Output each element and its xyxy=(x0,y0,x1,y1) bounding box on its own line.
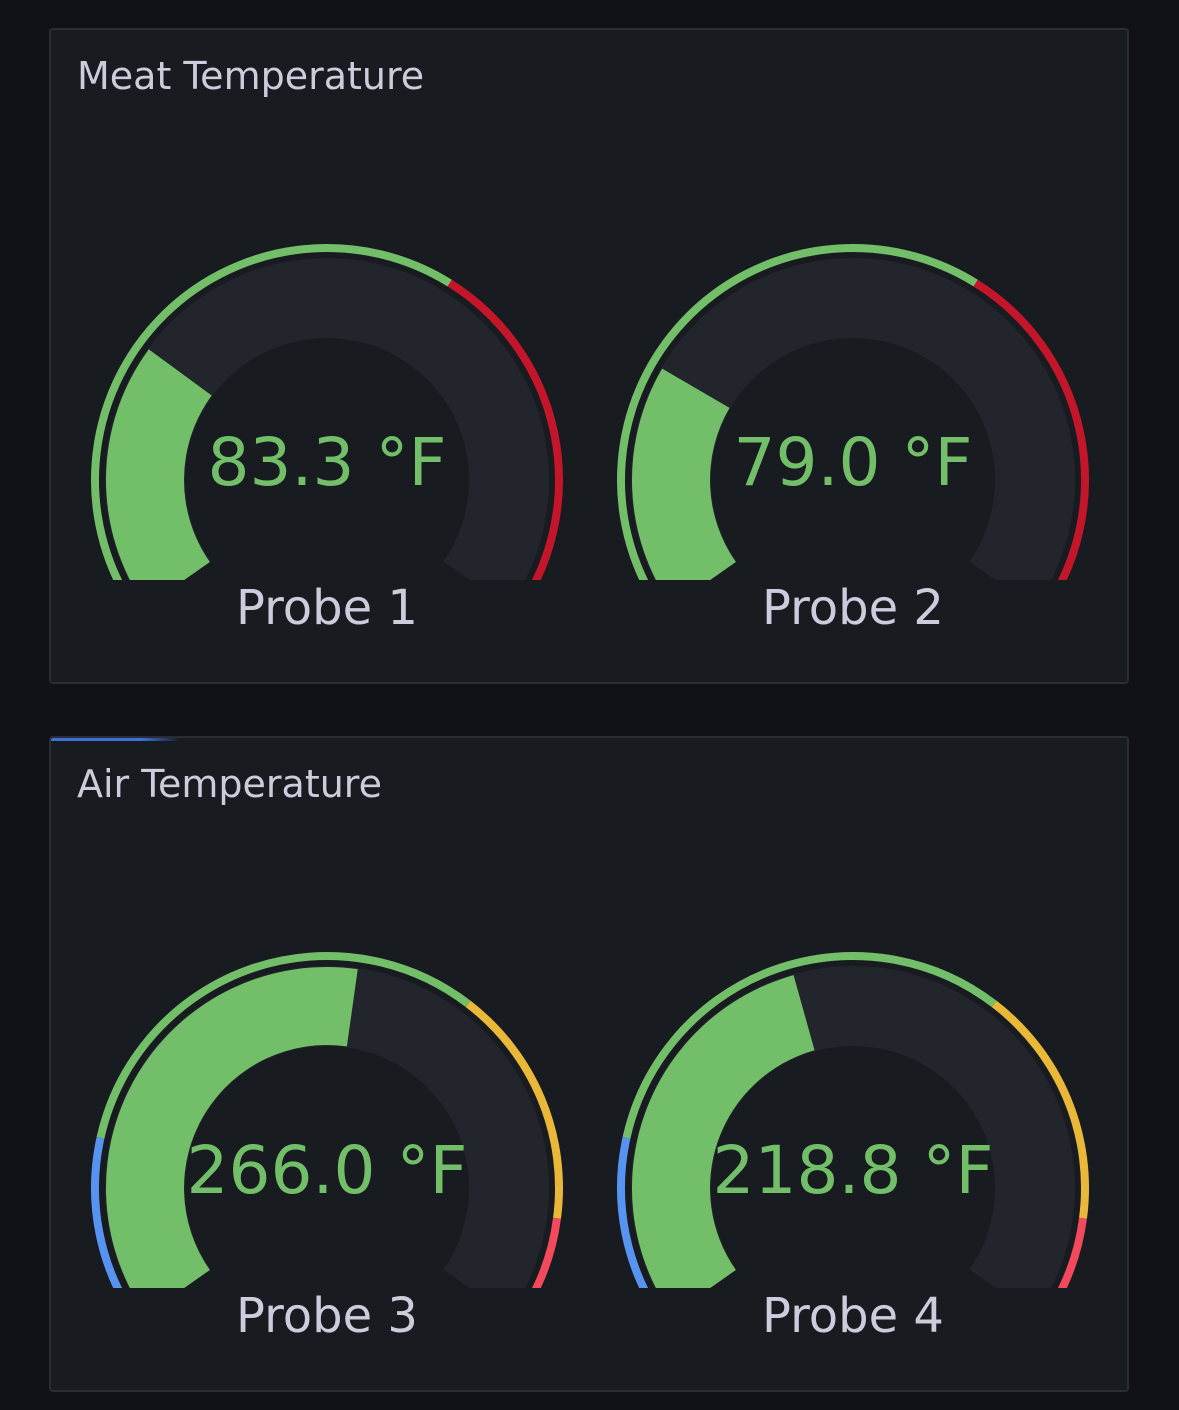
gauge-svg xyxy=(617,244,1089,580)
gauge-label: Probe 1 xyxy=(236,580,418,636)
gauge-svg xyxy=(91,244,563,580)
gauge-probe-4: 218.8 °F Probe 4 xyxy=(593,888,1113,1368)
gauge-probe-3: 266.0 °F Probe 3 xyxy=(67,888,587,1368)
gauge-value: 218.8 °F xyxy=(712,1132,994,1209)
gauge-probe-2: 79.0 °F Probe 2 xyxy=(593,180,1113,660)
panel-title[interactable]: Meat Temperature xyxy=(77,54,424,100)
gauge-label: Probe 4 xyxy=(762,1288,944,1344)
air-temperature-panel: Air Temperature 266.0 °F Probe 3 218.8 °… xyxy=(49,736,1129,1392)
gauge-svg xyxy=(617,952,1089,1288)
gauge-probe-1: 83.3 °F Probe 1 xyxy=(67,180,587,660)
gauge-label: Probe 3 xyxy=(236,1288,418,1344)
gauge-label: Probe 2 xyxy=(762,580,944,636)
gauge-value: 266.0 °F xyxy=(186,1132,468,1209)
gauge-svg xyxy=(91,952,563,1288)
gauge-value: 83.3 °F xyxy=(207,424,447,501)
meat-temperature-panel: Meat Temperature 83.3 °F Probe 1 79.0 °F… xyxy=(49,28,1129,684)
panel-title[interactable]: Air Temperature xyxy=(77,762,382,808)
gauge-value-arc xyxy=(106,967,358,1288)
loading-bar xyxy=(51,738,181,741)
gauge-value: 79.0 °F xyxy=(733,424,973,501)
